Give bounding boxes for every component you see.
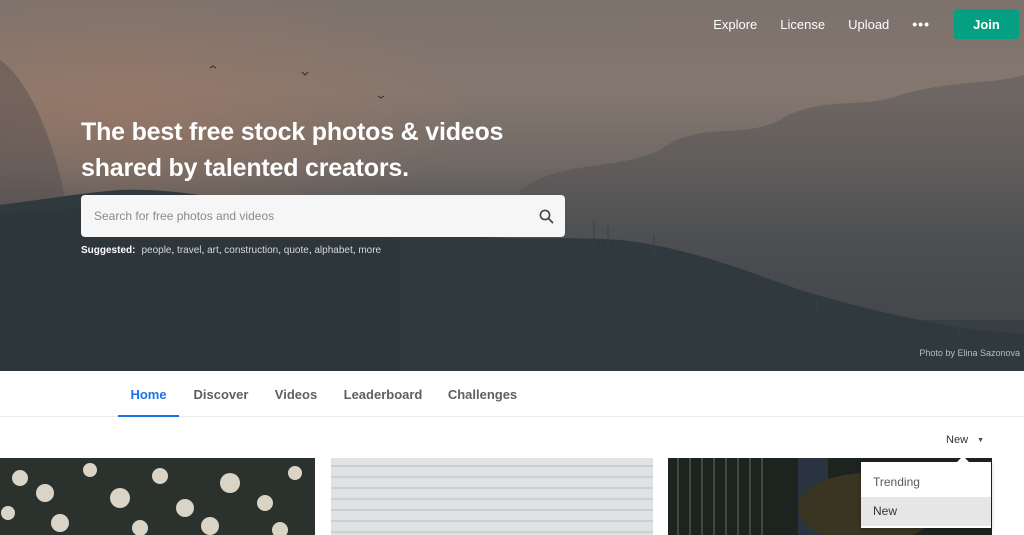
sort-dropdown-menu: Trending New	[861, 456, 991, 528]
tab-challenges[interactable]: Challenges	[447, 371, 518, 417]
main-tabs: Home Discover Videos Leaderboard Challen…	[0, 371, 1024, 417]
sort-dropdown-toggle[interactable]: New ▼	[946, 434, 984, 446]
tab-leaderboard[interactable]: Leaderboard	[342, 371, 424, 417]
sort-option-new[interactable]: New	[861, 497, 991, 526]
suggested-tag[interactable]: construction	[224, 245, 278, 256]
tab-discover[interactable]: Discover	[192, 371, 250, 417]
nav-license-link[interactable]: License	[780, 17, 825, 32]
suggested-more-link[interactable]: more	[358, 245, 381, 256]
suggested-label: Suggested:	[81, 245, 136, 256]
more-options-icon[interactable]: •••	[912, 16, 930, 32]
flowers-photo	[1, 463, 302, 535]
hero-headline: The best free stock photos & videos shar…	[81, 114, 581, 186]
tab-home[interactable]: Home	[118, 371, 179, 417]
suggested-tag[interactable]: quote	[284, 245, 309, 256]
suggested-tag[interactable]: alphabet	[314, 245, 352, 256]
sort-selected-label: New	[946, 434, 969, 446]
siding-photo	[331, 465, 653, 533]
suggested-tags: people, travel, art, construction, quote…	[141, 245, 382, 256]
search-input[interactable]	[81, 195, 527, 237]
headline-line-1: The best free stock photos & videos	[81, 118, 504, 146]
top-navigation: Explore License Upload ••• Join	[713, 9, 1019, 39]
suggested-tag[interactable]: people	[141, 245, 171, 256]
sort-option-trending[interactable]: Trending	[861, 468, 991, 497]
suggested-tag[interactable]: travel	[177, 245, 201, 256]
photo-credit[interactable]: Photo by Elina Sazonova	[919, 348, 1020, 358]
nav-upload-link[interactable]: Upload	[848, 17, 889, 32]
search-icon[interactable]	[527, 195, 565, 237]
tab-videos[interactable]: Videos	[273, 371, 319, 417]
nav-explore-link[interactable]: Explore	[713, 17, 757, 32]
join-button[interactable]: Join	[954, 9, 1019, 39]
photo-card[interactable]	[331, 458, 653, 535]
photo-card[interactable]	[0, 458, 315, 535]
search-bar	[81, 195, 565, 237]
hero-banner: Explore License Upload ••• Join The best…	[0, 0, 1024, 371]
headline-line-2: shared by talented creators.	[81, 154, 409, 182]
chevron-down-icon: ▼	[977, 436, 984, 444]
suggested-tag[interactable]: art	[207, 245, 219, 256]
suggested-searches: Suggested: people, travel, art, construc…	[81, 245, 381, 256]
